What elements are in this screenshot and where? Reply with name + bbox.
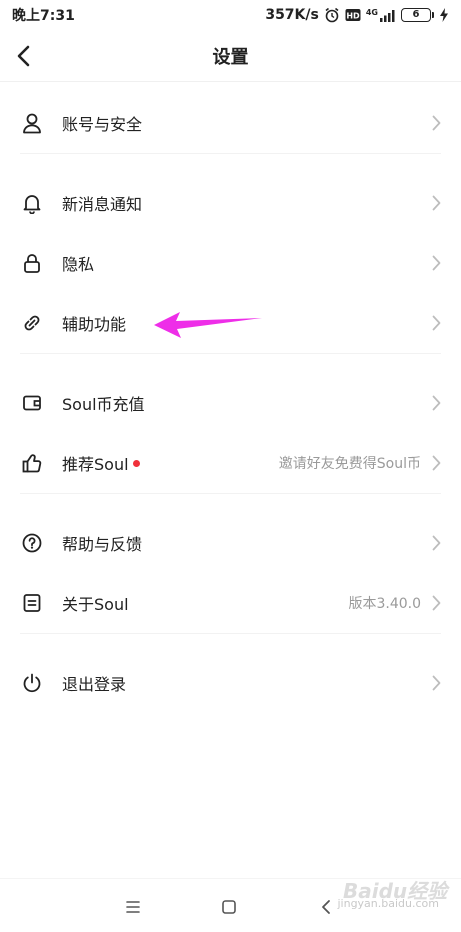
status-time: 晚上7:31 <box>12 8 75 24</box>
annotation-arrow-icon <box>154 312 262 338</box>
menu-item-logout[interactable]: 退出登录 <box>0 653 461 713</box>
menu-item-about[interactable]: 关于Soul 版本3.40.0 <box>0 573 461 633</box>
nav-bar: 设置 <box>0 30 461 82</box>
menu-item-value: 版本3.40.0 <box>348 596 421 612</box>
chevron-left-icon <box>322 900 330 914</box>
power-icon <box>20 671 44 695</box>
square-icon <box>222 900 236 914</box>
menu-item-label: 关于Soul <box>62 595 129 614</box>
chevron-left-icon <box>17 45 30 67</box>
menu-item-label-wrap: 推荐Soul <box>62 451 279 475</box>
section-divider <box>20 633 441 653</box>
chevron-right-icon <box>427 393 441 413</box>
page-title: 设置 <box>212 46 249 68</box>
signal-icon: 4G <box>366 8 396 22</box>
menu-item-label: 推荐Soul <box>62 455 129 474</box>
menu-item-recommend[interactable]: 推荐Soul 邀请好友免费得Soul币 <box>0 433 461 493</box>
battery-icon: 6 <box>401 8 434 22</box>
menu-item-label: 隐私 <box>62 255 95 274</box>
alarm-icon <box>324 7 340 23</box>
menu-item-label: 帮助与反馈 <box>62 535 143 554</box>
wallet-icon <box>20 391 44 415</box>
back-nav-button[interactable] <box>316 897 336 917</box>
menu-item-privacy[interactable]: 隐私 <box>0 233 461 293</box>
menu-item-notifications[interactable]: 新消息通知 <box>0 173 461 233</box>
section-divider <box>20 493 441 513</box>
network-speed: 357K/s <box>265 7 319 23</box>
svg-text:HD: HD <box>346 12 360 21</box>
baidu-watermark: Baidu经验 jingyan.baidu.com <box>337 874 453 920</box>
chevron-right-icon <box>427 313 441 333</box>
menu-nav-button[interactable] <box>123 897 143 917</box>
section-divider <box>20 153 441 173</box>
hamburger-icon <box>126 901 140 913</box>
lock-icon <box>20 251 44 275</box>
menu-item-help-feedback[interactable]: 帮助与反馈 <box>0 513 461 573</box>
chevron-right-icon <box>427 673 441 693</box>
chevron-right-icon <box>427 253 441 273</box>
charging-icon <box>439 8 449 22</box>
home-nav-button[interactable] <box>219 897 239 917</box>
menu-item-label: Soul币充值 <box>62 395 145 414</box>
chevron-right-icon <box>427 193 441 213</box>
menu-item-value: 邀请好友免费得Soul币 <box>278 456 421 472</box>
section-divider <box>20 353 441 373</box>
menu-item-label: 新消息通知 <box>62 195 143 214</box>
user-icon <box>20 111 44 135</box>
document-icon <box>20 591 44 615</box>
menu-item-account-security[interactable]: 账号与安全 <box>0 93 461 153</box>
chevron-right-icon <box>427 533 441 553</box>
chevron-right-icon <box>427 453 441 473</box>
menu-item-label: 退出登录 <box>62 675 127 694</box>
link-icon <box>20 311 44 335</box>
help-icon <box>20 531 44 555</box>
watermark-url: jingyan.baidu.com <box>337 897 439 910</box>
notification-dot <box>132 459 140 467</box>
thumbs-up-icon <box>20 451 44 475</box>
status-icons: 357K/s HD 4G 6 <box>265 7 449 23</box>
status-bar: 晚上7:31 357K/s HD 4G 6 <box>0 0 461 30</box>
menu-item-recharge[interactable]: Soul币充值 <box>0 373 461 433</box>
hd-icon: HD <box>345 8 361 22</box>
chevron-right-icon <box>427 593 441 613</box>
menu-item-label: 账号与安全 <box>62 115 143 134</box>
chevron-right-icon <box>427 113 441 133</box>
back-button[interactable] <box>10 42 38 70</box>
settings-menu: 账号与安全 新消息通知 隐私 辅助功能 Soul币充值 推荐Soul 邀请好友免… <box>0 83 461 713</box>
bell-icon <box>20 191 44 215</box>
